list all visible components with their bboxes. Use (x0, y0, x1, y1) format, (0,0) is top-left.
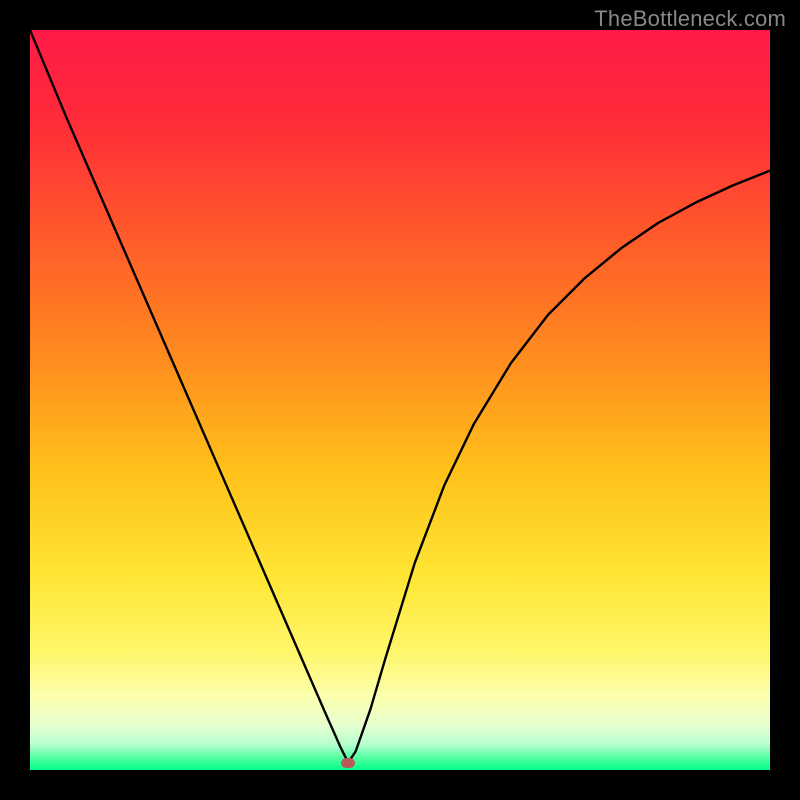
bottleneck-curve (30, 30, 770, 770)
minimum-marker (341, 758, 355, 768)
watermark-text: TheBottleneck.com (594, 6, 786, 32)
plot-area (30, 30, 770, 770)
